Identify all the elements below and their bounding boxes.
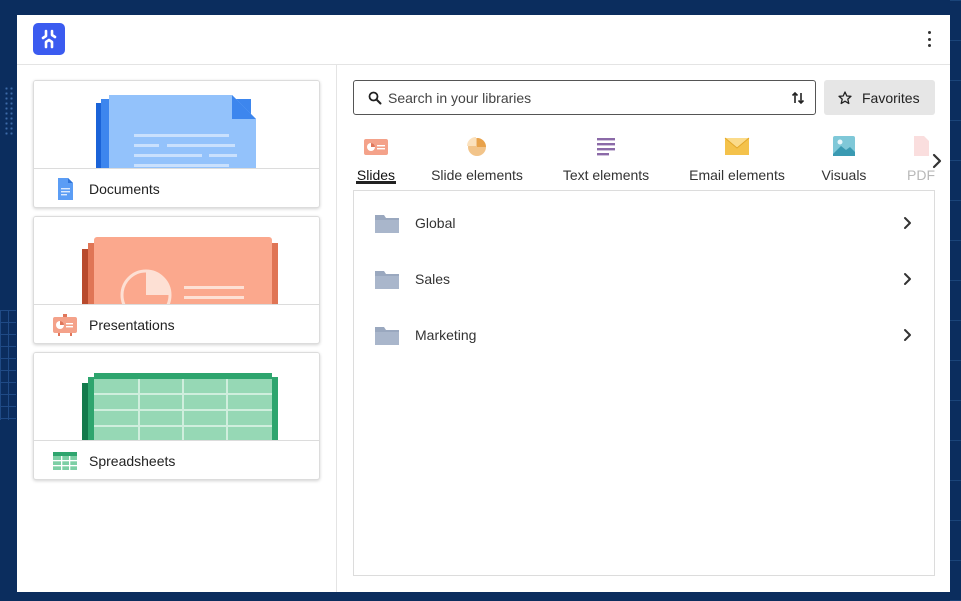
background-lines bbox=[950, 0, 961, 601]
presentations-illustration bbox=[34, 217, 319, 304]
tab-visuals[interactable]: Visuals bbox=[820, 131, 868, 187]
library-browser: Favorites Slides Slide eleme bbox=[353, 65, 950, 592]
top-bar bbox=[17, 15, 950, 65]
more-options-icon[interactable] bbox=[924, 31, 934, 47]
tab-pdf[interactable]: PDF bbox=[901, 131, 935, 187]
presentation-icon bbox=[53, 314, 77, 336]
folder-label: Marketing bbox=[415, 327, 477, 343]
text-lines-icon bbox=[597, 138, 615, 156]
tab-label: Slides bbox=[356, 167, 396, 183]
sort-filter-icon[interactable] bbox=[791, 91, 805, 105]
tab-label: Email elements bbox=[689, 167, 785, 183]
chevron-right-icon[interactable] bbox=[931, 153, 943, 169]
folder-row-marketing[interactable]: Marketing bbox=[354, 307, 934, 363]
app-logo-icon[interactable] bbox=[33, 23, 65, 55]
category-column: Documents Presentations Spreadsheets bbox=[17, 65, 337, 592]
category-card-documents[interactable]: Documents bbox=[33, 80, 320, 208]
slides-icon bbox=[364, 139, 388, 155]
background-grid bbox=[0, 310, 16, 420]
category-label: Presentations bbox=[89, 317, 175, 333]
category-label: Spreadsheets bbox=[89, 453, 176, 469]
chevron-right-icon bbox=[904, 217, 911, 229]
folder-icon bbox=[375, 215, 399, 233]
library-panel: Documents Presentations Spreadsheets Sea… bbox=[17, 15, 950, 592]
tab-slides[interactable]: Slides bbox=[356, 131, 396, 187]
category-card-footer: Documents bbox=[34, 168, 319, 207]
favorites-label: Favorites bbox=[862, 89, 920, 106]
category-card-presentations[interactable]: Presentations bbox=[33, 216, 320, 344]
tab-label: Text elements bbox=[562, 167, 650, 183]
chevron-right-icon bbox=[904, 273, 911, 285]
category-label: Documents bbox=[89, 181, 160, 197]
search-icon bbox=[368, 91, 382, 104]
content-type-tabs: Slides Slide elements Text elements Emai… bbox=[353, 131, 935, 187]
tab-text-elements[interactable]: Text elements bbox=[559, 131, 653, 187]
background-dots bbox=[4, 86, 14, 136]
favorites-button[interactable]: Favorites bbox=[824, 80, 935, 115]
folder-row-global[interactable]: Global bbox=[354, 195, 934, 251]
search-box bbox=[353, 80, 816, 115]
folder-label: Sales bbox=[415, 271, 451, 287]
tab-label: PDF bbox=[907, 167, 935, 183]
folder-icon bbox=[375, 327, 399, 345]
folder-label: Global bbox=[415, 215, 456, 231]
documents-illustration bbox=[34, 81, 319, 168]
image-icon bbox=[833, 136, 855, 156]
document-icon bbox=[58, 178, 73, 200]
category-card-footer: Spreadsheets bbox=[34, 440, 319, 479]
folder-icon bbox=[375, 271, 399, 289]
folder-row-sales[interactable]: Sales bbox=[354, 251, 934, 307]
tab-label: Slide elements bbox=[431, 167, 523, 183]
star-icon bbox=[838, 90, 852, 104]
tab-email-elements[interactable]: Email elements bbox=[687, 131, 787, 187]
tab-label: Visuals bbox=[821, 167, 867, 183]
category-card-spreadsheets[interactable]: Spreadsheets bbox=[33, 352, 320, 480]
category-card-footer: Presentations bbox=[34, 304, 319, 343]
pie-chart-icon bbox=[467, 137, 486, 156]
search-input[interactable] bbox=[388, 89, 791, 106]
tab-slide-elements[interactable]: Slide elements bbox=[429, 131, 525, 187]
spreadsheets-illustration bbox=[34, 353, 319, 440]
spreadsheet-icon bbox=[53, 452, 77, 470]
chevron-right-icon bbox=[904, 329, 911, 341]
envelope-icon bbox=[724, 137, 750, 155]
folder-list: Global Sales Marketing bbox=[353, 190, 935, 576]
